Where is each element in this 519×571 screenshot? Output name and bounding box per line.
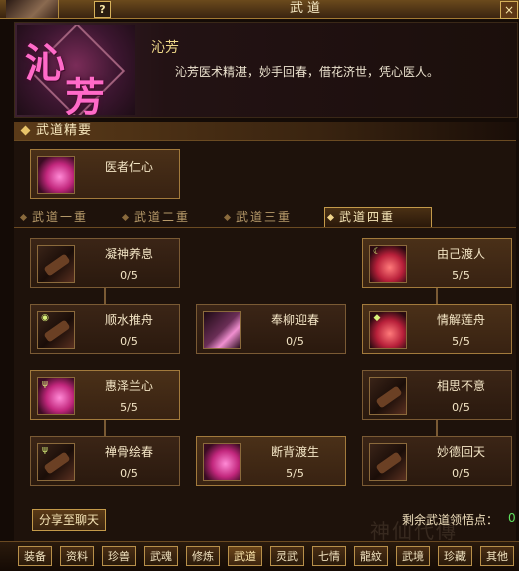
dark-scroll-icon <box>37 245 75 283</box>
nav-wujing[interactable]: 武境 <box>396 546 430 566</box>
skill-name: 由己渡人 <box>436 247 485 261</box>
skill-node[interactable]: ◆ 情解莲舟 5/5 <box>362 304 512 354</box>
nav-cultivation[interactable]: 修炼 <box>186 546 220 566</box>
share-to-chat-button[interactable]: 分享至聊天 <box>32 509 106 531</box>
leaf-badge-icon: ψ <box>42 379 48 389</box>
section-header: 武道精要 <box>14 122 516 141</box>
skill-level: 0/5 <box>120 467 138 480</box>
healer-heart-icon <box>37 156 75 194</box>
skill-node[interactable]: 凝神养息 0/5 <box>30 238 180 288</box>
title-bar: ? 武道 × <box>0 0 519 19</box>
dark-scroll-icon: ψ <box>37 443 75 481</box>
skill-level: 5/5 <box>452 335 470 348</box>
skill-node[interactable]: 断背渡生 5/5 <box>196 436 346 486</box>
remaining-points-value: 0 <box>508 511 516 525</box>
nav-longwen[interactable]: 龍紋 <box>354 546 388 566</box>
nav-qiqing[interactable]: 七情 <box>312 546 346 566</box>
nav-other[interactable]: 其他 <box>480 546 514 566</box>
feature-skill[interactable]: 医者仁心 <box>30 149 180 199</box>
nav-collection[interactable]: 珍藏 <box>438 546 472 566</box>
skill-node[interactable]: ψ 禅骨绘春 0/5 <box>30 436 180 486</box>
skill-level: 0/5 <box>120 269 138 282</box>
skill-node[interactable]: ψ 惠泽兰心 5/5 <box>30 370 180 420</box>
dark-blade-icon <box>369 443 407 481</box>
shield-badge-icon: ◆ <box>373 313 381 323</box>
character-name: 沁芳 <box>151 40 179 56</box>
skill-node[interactable]: ◉ 顺水推舟 0/5 <box>30 304 180 354</box>
tab-tier-4[interactable]: 武道四重 <box>324 207 432 227</box>
nav-equipment[interactable]: 装备 <box>18 546 52 566</box>
skill-node[interactable]: 妙德回天 0/5 <box>362 436 512 486</box>
tab-tier-2[interactable]: 武道二重 <box>120 209 190 226</box>
skill-name: 凝神养息 <box>104 247 153 261</box>
skill-name: 相思不意 <box>436 379 485 393</box>
pink-flower-icon <box>203 443 241 481</box>
window-title: 武道 <box>289 1 324 16</box>
section-title: 武道精要 <box>36 123 93 138</box>
close-button[interactable]: × <box>500 1 518 19</box>
skill-level: 5/5 <box>286 467 304 480</box>
nav-wudao[interactable]: 武道 <box>228 546 262 566</box>
skill-name: 惠泽兰心 <box>104 379 153 393</box>
pink-flower-icon: ψ <box>37 377 75 415</box>
tab-tier-1[interactable]: 武道一重 <box>18 209 88 226</box>
wudao-window: ? 武道 × 沁 芳 沁芳 沁芳医术精湛，妙手回春，借花济世，凭心医人。 武道精… <box>0 0 519 571</box>
skill-name: 情解莲舟 <box>436 313 485 327</box>
water-badge-icon: ◉ <box>41 313 49 323</box>
tree-connector <box>104 288 106 304</box>
tree-connector <box>436 288 438 304</box>
skill-node[interactable]: 相思不意 0/5 <box>362 370 512 420</box>
moon-badge-icon: ☾ <box>372 247 382 257</box>
feature-skill-name: 医者仁心 <box>104 160 153 174</box>
dark-blade-icon <box>203 311 241 349</box>
skill-panel: 医者仁心 武道一重 武道二重 武道三重 武道四重 凝神养息 0/5 ☾ 由己渡人… <box>14 141 516 543</box>
tier-tabs: 武道一重 武道二重 武道三重 武道四重 <box>14 207 516 228</box>
tab-tier-3[interactable]: 武道三重 <box>222 209 292 226</box>
dark-blade-icon <box>369 377 407 415</box>
emblem-char-1: 沁 <box>25 40 65 87</box>
section-diamond-icon <box>20 125 31 136</box>
skill-level: 5/5 <box>120 401 138 414</box>
nav-pets[interactable]: 珍兽 <box>102 546 136 566</box>
skill-level: 0/5 <box>452 467 470 480</box>
remaining-points-label: 剩余武道领悟点： <box>402 513 499 527</box>
character-portrait[interactable] <box>6 0 59 18</box>
help-button[interactable]: ? <box>94 1 111 18</box>
skill-name: 禅骨绘春 <box>104 445 153 459</box>
bottom-nav: 装备 资料 珍兽 武魂 修炼 武道 灵武 七情 龍紋 武境 珍藏 其他 <box>0 541 519 571</box>
skill-node[interactable]: 奉柳迎春 0/5 <box>196 304 346 354</box>
skill-name: 断背渡生 <box>270 445 319 459</box>
skill-name: 顺水推舟 <box>104 313 153 327</box>
red-swirl-icon: ◆ <box>369 311 407 349</box>
skill-level: 0/5 <box>120 335 138 348</box>
tree-connector <box>104 420 106 436</box>
character-description: 沁芳医术精湛，妙手回春，借花济世，凭心医人。 <box>175 65 440 79</box>
dark-scroll-icon: ◉ <box>37 311 75 349</box>
character-header: 沁 芳 沁芳 沁芳医术精湛，妙手回春，借花济世，凭心医人。 <box>14 22 518 118</box>
nav-lingwu[interactable]: 灵武 <box>270 546 304 566</box>
skill-level: 0/5 <box>452 401 470 414</box>
skill-name: 妙德回天 <box>436 445 485 459</box>
skill-node[interactable]: ☾ 由己渡人 5/5 <box>362 238 512 288</box>
skill-level: 5/5 <box>452 269 470 282</box>
emblem-char-2: 芳 <box>65 74 105 115</box>
leaf-badge-icon: ψ <box>42 445 48 455</box>
red-swirl-icon: ☾ <box>369 245 407 283</box>
skill-level: 0/5 <box>286 335 304 348</box>
nav-wuhun[interactable]: 武魂 <box>144 546 178 566</box>
character-emblem: 沁 芳 <box>17 25 135 115</box>
tree-connector <box>436 420 438 436</box>
nav-profile[interactable]: 资料 <box>60 546 94 566</box>
skill-name: 奉柳迎春 <box>270 313 319 327</box>
